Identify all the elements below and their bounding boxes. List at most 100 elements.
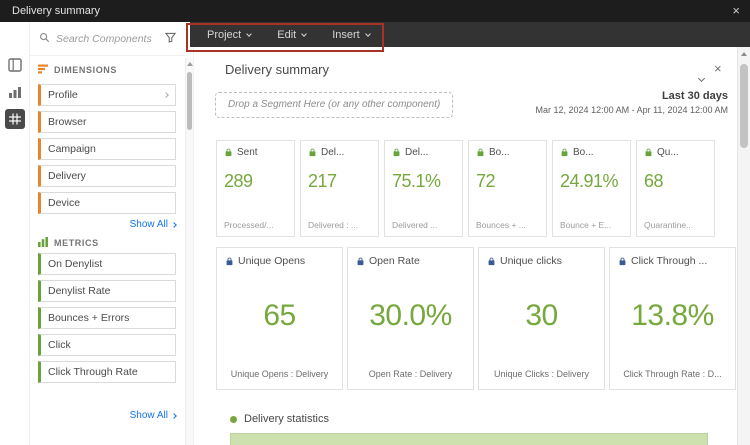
- card-value: 72: [476, 171, 539, 192]
- card-subtitle: Unique Opens : Delivery: [221, 369, 338, 379]
- summary-card[interactable]: Del... 75.1% Delivered ...: [384, 140, 463, 237]
- card-title-label: Click Through ...: [631, 255, 707, 267]
- metrics-header-label: METRICS: [54, 238, 99, 248]
- panel-close-button[interactable]: ×: [714, 61, 722, 76]
- card-title: Unique clicks: [487, 255, 596, 267]
- detail-card[interactable]: Open Rate 30.0% Open Rate : Delivery: [347, 247, 474, 390]
- lock-icon: [392, 148, 401, 157]
- metric-item-click-through-rate[interactable]: Click Through Rate: [38, 361, 176, 383]
- scroll-up-arrow-icon[interactable]: [187, 62, 193, 66]
- card-title-label: Bo...: [573, 147, 594, 158]
- card-title: Qu...: [644, 147, 707, 158]
- card-value: 289: [224, 171, 287, 192]
- card-subtitle: Open Rate : Delivery: [352, 369, 469, 379]
- card-title: Del...: [308, 147, 371, 158]
- dimensions-icon: [38, 64, 48, 76]
- search-input[interactable]: [56, 33, 159, 45]
- card-subtitle: Click Through Rate : D...: [614, 369, 731, 379]
- card-value: 30.0%: [356, 299, 465, 333]
- window-title-bar: Delivery summary ×: [0, 0, 750, 22]
- dimension-item-profile[interactable]: Profile: [38, 84, 176, 106]
- detail-card[interactable]: Unique Opens 65 Unique Opens : Delivery: [216, 247, 343, 390]
- scrollbar-thumb[interactable]: [740, 64, 748, 148]
- detail-card[interactable]: Click Through ... 13.8% Click Through Ra…: [609, 247, 736, 390]
- panel-title: Delivery summary: [225, 62, 329, 77]
- card-title-label: Sent: [237, 147, 258, 158]
- lock-icon: [356, 257, 365, 266]
- menu-edit[interactable]: Edit: [277, 29, 306, 41]
- scroll-up-arrow-icon[interactable]: [741, 52, 747, 56]
- metric-item-on-denylist[interactable]: On Denylist: [38, 253, 176, 275]
- card-title: Open Rate: [356, 255, 465, 267]
- chevron-down-icon: [365, 31, 371, 37]
- dimensions-list: Profile Browser Campaign Delivery Device: [38, 84, 176, 219]
- lock-icon: [644, 148, 653, 157]
- detail-card[interactable]: Unique clicks 30 Unique Clicks : Deliver…: [478, 247, 605, 390]
- card-title-label: Bo...: [489, 147, 510, 158]
- dimension-item-label: Campaign: [48, 143, 96, 155]
- lock-icon: [476, 148, 485, 157]
- tables-button-active[interactable]: [0, 109, 30, 134]
- dimension-item-label: Profile: [48, 89, 78, 101]
- metric-item-bounces-errors[interactable]: Bounces + Errors: [38, 307, 176, 329]
- chevron-right-icon: [171, 222, 177, 228]
- card-value: 217: [308, 171, 371, 192]
- menu-project-label: Project: [207, 29, 241, 41]
- menu-project[interactable]: Project: [207, 29, 251, 41]
- lock-icon: [487, 257, 496, 266]
- card-title-label: Qu...: [657, 147, 679, 158]
- summary-card[interactable]: Bo... 24.91% Bounce + E...: [552, 140, 631, 237]
- metrics-list: On Denylist Denylist Rate Bounces + Erro…: [38, 253, 176, 388]
- dimensions-header-label: DIMENSIONS: [54, 65, 117, 75]
- metrics-show-all-link[interactable]: Show All: [38, 410, 176, 421]
- card-subtitle: Delivered ...: [392, 220, 458, 230]
- card-value: 24.91%: [560, 171, 623, 192]
- dimension-item-label: Delivery: [48, 170, 86, 182]
- components-scrollbar[interactable]: [185, 58, 193, 445]
- dimension-item-device[interactable]: Device: [38, 192, 176, 214]
- lock-icon: [308, 148, 317, 157]
- card-subtitle: Bounce + E...: [560, 220, 626, 230]
- menu-bar: Project Edit Insert: [190, 22, 750, 47]
- summary-card[interactable]: Del... 217 Delivered : ...: [300, 140, 379, 237]
- dimensions-section-header: DIMENSIONS: [38, 64, 117, 76]
- summary-card[interactable]: Bo... 72 Bounces + ...: [468, 140, 547, 237]
- chevron-down-icon: [698, 75, 705, 82]
- filter-icon[interactable]: [165, 30, 176, 48]
- metric-item-click[interactable]: Click: [38, 334, 176, 356]
- card-value: 65: [225, 299, 334, 333]
- component-search-bar: [30, 22, 185, 56]
- dimensions-show-all-link[interactable]: Show All: [38, 219, 176, 230]
- metric-item-label: Click Through Rate: [48, 366, 138, 378]
- chevron-right-icon: [163, 92, 169, 98]
- window-close-button[interactable]: ×: [732, 0, 740, 22]
- visualizations-button[interactable]: [0, 85, 30, 104]
- metric-item-label: Click: [48, 339, 71, 351]
- card-title-label: Unique clicks: [500, 255, 562, 267]
- metrics-icon: [38, 237, 48, 249]
- metric-item-denylist-rate[interactable]: Denylist Rate: [38, 280, 176, 302]
- card-value: 30: [487, 299, 596, 333]
- segment-drop-zone[interactable]: Drop a Segment Here (or any other compon…: [215, 92, 453, 118]
- dimension-item-campaign[interactable]: Campaign: [38, 138, 176, 160]
- dimension-item-label: Device: [48, 197, 80, 209]
- panel-collapse-button[interactable]: [699, 68, 704, 86]
- summary-card[interactable]: Sent 289 Processed/...: [216, 140, 295, 237]
- summary-card[interactable]: Qu... 68 Quarantine...: [636, 140, 715, 237]
- main-scrollbar[interactable]: [737, 47, 750, 445]
- date-range-picker[interactable]: Last 30 days Mar 12, 2024 12:00 AM - Apr…: [536, 90, 728, 115]
- panels-button[interactable]: [0, 58, 30, 77]
- menu-insert[interactable]: Insert: [332, 29, 370, 41]
- date-range-label: Last 30 days: [536, 90, 728, 102]
- legend-dot-icon: [230, 416, 237, 423]
- search-icon: [39, 30, 50, 48]
- dimension-item-browser[interactable]: Browser: [38, 111, 176, 133]
- scrollbar-thumb[interactable]: [187, 72, 192, 130]
- card-subtitle: Processed/...: [224, 220, 290, 230]
- detail-cards-row: Unique Opens 65 Unique Opens : Delivery …: [216, 247, 736, 390]
- left-icon-rail: [0, 22, 30, 445]
- card-value: 13.8%: [618, 299, 727, 333]
- card-value: 75.1%: [392, 171, 455, 192]
- dimension-item-delivery[interactable]: Delivery: [38, 165, 176, 187]
- card-title: Del...: [392, 147, 455, 158]
